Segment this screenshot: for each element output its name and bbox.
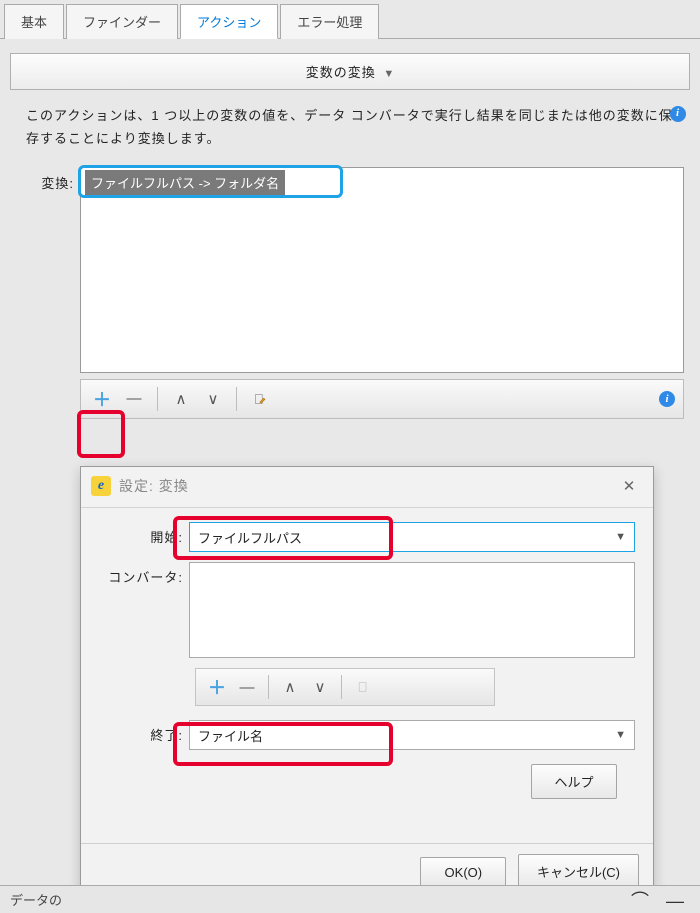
dialog-body: 開始: ファイルフルパス ▼ コンバータ: ＋ — ∧ ∨ 終了: xyxy=(81,508,653,813)
remove-button[interactable]: — xyxy=(234,674,260,700)
tab-basic[interactable]: 基本 xyxy=(4,4,64,39)
end-label: 終了: xyxy=(99,720,189,744)
convert-listbox[interactable]: ファイルフルパス -> フォルダ名 xyxy=(80,167,684,373)
start-value: ファイルフルパス xyxy=(198,528,302,547)
move-up-button[interactable]: ∧ xyxy=(277,674,303,700)
plus-icon: ＋ xyxy=(208,674,226,700)
start-label: 開始: xyxy=(99,522,189,546)
action-title-bar[interactable]: 変数の変換 ▼ xyxy=(10,53,690,90)
separator xyxy=(236,387,237,411)
help-icon[interactable]: i xyxy=(670,106,686,122)
end-row: 終了: ファイル名 ▼ xyxy=(99,720,635,750)
separator xyxy=(268,675,269,699)
help-icon[interactable]: i xyxy=(659,391,675,407)
start-row: 開始: ファイルフルパス ▼ xyxy=(99,522,635,552)
converter-label: コンバータ: xyxy=(99,562,189,586)
converter-toolbar: ＋ — ∧ ∨ xyxy=(195,668,495,706)
dash-icon[interactable]: — xyxy=(666,891,690,911)
chevron-down-icon: ▼ xyxy=(615,729,626,741)
add-button[interactable]: ＋ xyxy=(89,386,115,412)
ok-button[interactable]: OK(O) xyxy=(420,857,506,888)
convert-toolbar: ＋ — ∧ ∨ i xyxy=(80,379,684,419)
chevron-down-icon: ▼ xyxy=(383,68,394,80)
add-button[interactable]: ＋ xyxy=(204,674,230,700)
tab-error[interactable]: エラー処理 xyxy=(280,4,379,39)
dialog-titlebar: 設定: 変換 ✕ xyxy=(81,467,653,508)
convert-row: 変換: ファイルフルパス -> フォルダ名 xyxy=(0,151,700,373)
dialog-app-icon xyxy=(91,476,111,496)
end-select[interactable]: ファイル名 ▼ xyxy=(189,720,635,750)
status-bar: データの ⌒ — xyxy=(0,885,700,913)
convert-label: 変換: xyxy=(16,167,80,373)
list-item[interactable]: ファイルフルパス -> フォルダ名 xyxy=(85,170,285,195)
document-pencil-icon xyxy=(254,391,266,407)
end-value: ファイル名 xyxy=(198,726,263,745)
edit-button[interactable] xyxy=(247,386,273,412)
description-text: このアクションは、1 つ以上の変数の値を、データ コンバータで実行し結果を同じま… xyxy=(26,108,673,146)
separator xyxy=(341,675,342,699)
tab-bar: 基本 ファインダー アクション エラー処理 xyxy=(0,0,700,39)
move-down-button[interactable]: ∨ xyxy=(307,674,333,700)
plus-icon: ＋ xyxy=(93,386,111,412)
help-button[interactable]: ヘルプ xyxy=(531,764,617,799)
start-select[interactable]: ファイルフルパス ▼ xyxy=(189,522,635,552)
description-area: このアクションは、1 つ以上の変数の値を、データ コンバータで実行し結果を同じま… xyxy=(0,104,700,151)
dialog-title: 設定: 変換 xyxy=(119,476,189,496)
chevron-down-icon: ▼ xyxy=(615,531,626,543)
tab-finder[interactable]: ファインダー xyxy=(66,4,178,39)
cancel-button[interactable]: キャンセル(C) xyxy=(518,854,639,889)
separator xyxy=(157,387,158,411)
document-icon xyxy=(357,679,369,695)
edit-button[interactable] xyxy=(350,674,376,700)
tab-action[interactable]: アクション xyxy=(180,4,278,39)
remove-button[interactable]: — xyxy=(121,386,147,412)
converter-row: コンバータ: xyxy=(99,562,635,658)
settings-dialog: 設定: 変換 ✕ 開始: ファイルフルパス ▼ コンバータ: ＋ — ∧ ∨ xyxy=(80,466,654,900)
action-title: 変数の変換 xyxy=(306,65,376,80)
converter-listbox[interactable] xyxy=(189,562,635,658)
move-up-button[interactable]: ∧ xyxy=(168,386,194,412)
close-button[interactable]: ✕ xyxy=(615,475,643,497)
status-text: データの xyxy=(10,890,62,909)
move-down-button[interactable]: ∨ xyxy=(200,386,226,412)
minimize-icon[interactable]: ⌒ xyxy=(631,891,655,911)
